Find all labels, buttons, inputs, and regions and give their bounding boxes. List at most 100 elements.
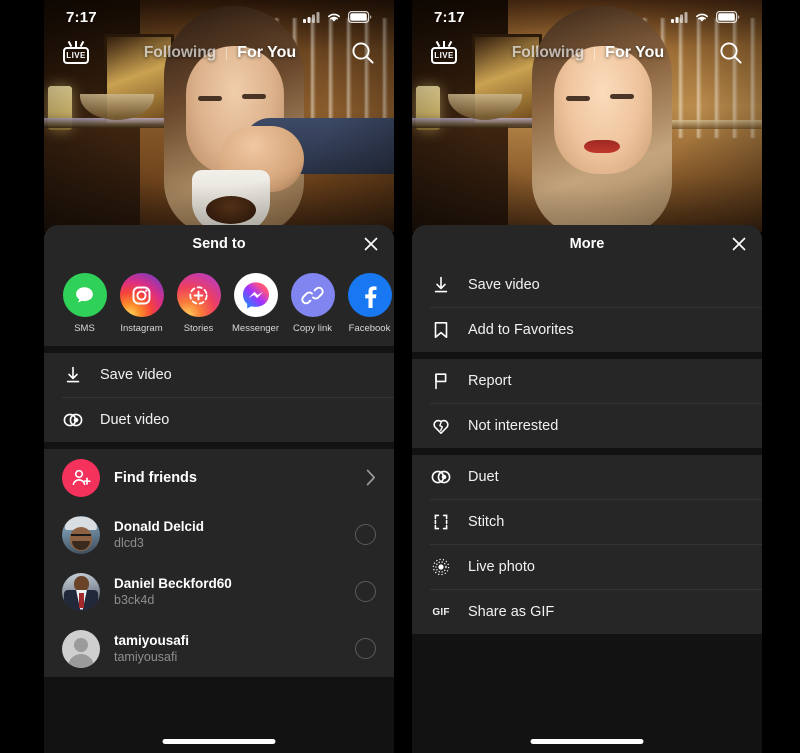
more-title: More	[569, 236, 605, 252]
live-label: LIVE	[434, 51, 454, 60]
live-icon[interactable]: LIVE	[430, 40, 458, 65]
action-save-video[interactable]: Save video	[44, 353, 394, 397]
sheet-group-gap	[44, 442, 394, 449]
tab-for-you[interactable]: For You	[605, 44, 664, 62]
action-label: Duet video	[100, 412, 170, 428]
search-icon[interactable]	[718, 40, 744, 66]
phone-screen-right: 7:17 LIVE Following For You More Save vi…	[412, 0, 762, 753]
action-label: Duet	[468, 469, 499, 485]
share-target-label: Instagram	[120, 323, 163, 334]
action-add-to-favorites[interactable]: Add to Favorites	[412, 308, 762, 352]
live-photo-icon	[430, 557, 452, 577]
friend-list-item[interactable]: tamiyousafi tamiyousafi	[44, 620, 394, 677]
video-background-left[interactable]	[44, 0, 394, 232]
tab-for-you[interactable]: For You	[237, 44, 296, 62]
action-stitch[interactable]: Stitch	[412, 500, 762, 544]
action-not-interested[interactable]: Not interested	[412, 404, 762, 448]
more-header: More	[412, 225, 762, 263]
search-icon[interactable]	[350, 40, 376, 66]
friend-list-item[interactable]: Donald Delcid dlcd3	[44, 506, 394, 563]
share-target-copy-link[interactable]: Copy link	[284, 273, 341, 334]
share-target-label: SMS	[74, 323, 95, 334]
action-live-photo[interactable]: Live photo	[412, 545, 762, 589]
avatar	[62, 572, 100, 611]
action-report[interactable]: Report	[412, 359, 762, 403]
find-friends-row[interactable]: Find friends	[44, 449, 394, 506]
home-indicator[interactable]	[530, 739, 644, 744]
tab-following[interactable]: Following	[512, 44, 584, 62]
status-time: 7:17	[434, 8, 465, 26]
download-icon	[62, 365, 84, 385]
action-label: Add to Favorites	[468, 322, 574, 338]
wifi-icon	[694, 11, 710, 23]
share-target-label: Stories	[183, 323, 214, 334]
duet-icon	[430, 467, 452, 487]
friend-handle: tamiyousafi	[114, 650, 178, 664]
friend-handle: dlcd3	[114, 536, 144, 550]
share-target-stories[interactable]: Stories	[170, 273, 227, 334]
more-group-3: Duet Stitch Live photo GIF Share as GIF	[412, 455, 762, 634]
action-duet[interactable]: Duet	[412, 455, 762, 499]
flag-icon	[430, 371, 452, 391]
share-target-label: Facebook	[348, 323, 391, 334]
chevron-right-icon	[366, 469, 376, 486]
action-label: Stitch	[468, 514, 505, 530]
share-target-sms[interactable]: SMS	[56, 273, 113, 334]
friend-name: tamiyousafi	[114, 633, 190, 648]
share-target-label: Copy link	[292, 323, 333, 334]
top-navigation-left: LIVE Following For You	[44, 36, 394, 70]
battery-icon	[716, 11, 740, 23]
action-label: Not interested	[468, 418, 559, 434]
add-person-icon	[62, 458, 100, 497]
facebook-icon	[347, 273, 392, 317]
video-actions-group: Save video Duet video	[44, 353, 394, 442]
status-time: 7:17	[66, 8, 97, 26]
close-icon[interactable]	[362, 235, 380, 253]
action-share-as-gif[interactable]: GIF Share as GIF	[412, 590, 762, 634]
share-target-label: Messenger	[232, 323, 279, 334]
action-save-video[interactable]: Save video	[412, 263, 762, 307]
more-sheet: More Save video Add to Favorites Report …	[412, 225, 762, 753]
stories-icon	[176, 273, 221, 317]
share-target-facebook[interactable]: Facebook	[341, 273, 394, 334]
action-duet-video[interactable]: Duet video	[44, 398, 394, 442]
close-icon[interactable]	[730, 235, 748, 253]
action-label: Report	[468, 373, 512, 389]
download-icon	[430, 275, 452, 295]
send-to-sheet: Send to SMS Instagram Stories Messenger …	[44, 225, 394, 753]
live-icon[interactable]: LIVE	[62, 40, 90, 65]
sheet-group-gap	[412, 352, 762, 359]
status-bar-left: 7:17	[44, 0, 394, 34]
status-bar-right: 7:17	[412, 0, 762, 34]
live-label: LIVE	[66, 51, 86, 60]
share-target-instagram[interactable]: Instagram	[113, 273, 170, 334]
signal-bars-icon	[303, 11, 320, 23]
battery-icon	[348, 11, 372, 23]
broken-heart-icon	[430, 416, 452, 436]
video-background-right[interactable]	[412, 0, 762, 232]
action-label: Save video	[468, 277, 540, 293]
friend-list-item[interactable]: Daniel Beckford60 b3ck4d	[44, 563, 394, 620]
sheet-group-gap	[44, 346, 394, 353]
share-targets-row: SMS Instagram Stories Messenger Copy lin…	[44, 263, 394, 346]
share-target-messenger[interactable]: Messenger	[227, 273, 284, 334]
tab-following[interactable]: Following	[144, 44, 216, 62]
messenger-icon	[233, 273, 278, 317]
wifi-icon	[326, 11, 342, 23]
action-label: Live photo	[468, 559, 535, 575]
friend-name: Donald Delcid	[114, 519, 205, 534]
home-indicator[interactable]	[162, 739, 276, 744]
action-label: Save video	[100, 367, 172, 383]
send-to-title: Send to	[192, 236, 246, 252]
friend-select-radio[interactable]	[355, 524, 376, 545]
signal-bars-icon	[671, 11, 688, 23]
friend-select-radio[interactable]	[355, 581, 376, 602]
screenshot-stage: 7:17 LIVE Following For You Send to SMS …	[0, 0, 800, 753]
tab-separator	[226, 46, 228, 60]
link-icon	[290, 273, 335, 317]
friend-select-radio[interactable]	[355, 638, 376, 659]
more-group-1: Save video Add to Favorites	[412, 263, 762, 352]
action-label: Share as GIF	[468, 604, 555, 620]
tab-separator	[594, 46, 596, 60]
stitch-icon	[430, 512, 452, 532]
